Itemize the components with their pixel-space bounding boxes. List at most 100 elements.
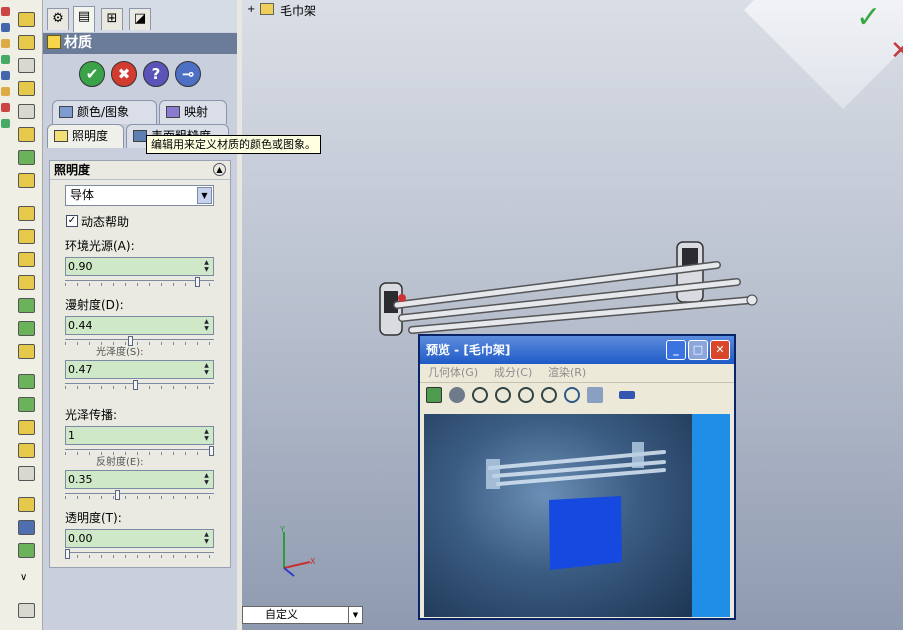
preview-viewport[interactable] <box>424 414 692 617</box>
feature-manager-tab[interactable]: ⚙ <box>47 8 69 30</box>
boundary-icon[interactable] <box>18 104 35 119</box>
toolbar-strip-icon[interactable] <box>1 87 10 96</box>
hole-icon[interactable] <box>18 298 35 313</box>
gl-icon[interactable] <box>449 387 465 403</box>
reflectivity-input[interactable]: 0.35 ▲ ▼ <box>65 470 214 489</box>
menu-geometry[interactable]: 几何体(G) <box>428 364 478 382</box>
fillet-icon[interactable] <box>18 173 35 188</box>
diffuse-input[interactable]: 0.44 ▲ ▼ <box>65 316 214 335</box>
tab-color-image[interactable]: 颜色/图象 <box>52 100 157 124</box>
ambient-slider[interactable] <box>65 277 214 287</box>
appearance-icon[interactable] <box>18 543 35 558</box>
reflectivity-slider[interactable] <box>65 490 214 500</box>
dynamic-help-checkbox[interactable]: ✓ <box>66 215 78 227</box>
configuration-manager-tab[interactable]: ⊞ <box>101 8 123 30</box>
slider-thumb[interactable] <box>209 446 214 456</box>
curves-icon[interactable] <box>18 466 35 481</box>
wrap-icon[interactable] <box>18 321 35 336</box>
zoom-fit-icon[interactable] <box>472 387 488 403</box>
revolve-cut-icon[interactable] <box>18 150 35 165</box>
dialog-menubar: 几何体(G) 成分(C) 渲染(R) <box>420 364 734 382</box>
property-manager-tab[interactable]: ▤ <box>73 6 95 32</box>
shell-icon[interactable] <box>18 252 35 267</box>
chevron-down-icon[interactable]: ▼ <box>197 187 212 204</box>
linear-pattern-icon[interactable] <box>18 374 35 389</box>
chevron-down-icon[interactable]: ▼ <box>348 607 362 623</box>
revolve-boss-icon[interactable] <box>18 35 35 50</box>
instant3d-icon[interactable] <box>18 497 35 512</box>
rack-left-bracket <box>379 282 403 336</box>
menu-components[interactable]: 成分(C) <box>494 364 532 382</box>
light-icon[interactable] <box>587 387 603 403</box>
ok-button[interactable]: ✔ <box>79 61 105 87</box>
tab-mapping[interactable]: 映射 <box>159 100 227 124</box>
transparency-label: 透明度(T): <box>65 511 122 525</box>
spin-arrows-icon[interactable]: ▲ ▼ <box>201 318 212 333</box>
circular-pattern-icon[interactable] <box>18 397 35 412</box>
close-button[interactable]: ✕ <box>710 340 730 360</box>
diffuse-label: 漫射度(D): <box>65 298 124 312</box>
configuration-select[interactable]: 自定义 ▼ <box>242 606 363 624</box>
maximize-button[interactable]: □ <box>688 340 708 360</box>
dialog-titlebar[interactable]: 预览 - [毛巾架] _ □ ✕ <box>420 336 734 364</box>
specular-spread-label: 光泽传播: <box>65 408 118 422</box>
slider-thumb[interactable] <box>65 549 70 559</box>
zoom-area-icon[interactable] <box>518 387 534 403</box>
collapse-icon[interactable]: ▲ <box>213 163 226 176</box>
dome-icon[interactable] <box>18 344 35 359</box>
transparency-slider[interactable] <box>65 549 214 559</box>
toolbar-strip-icon[interactable] <box>1 55 10 64</box>
draft-icon[interactable] <box>18 275 35 290</box>
mirror-icon[interactable] <box>18 420 35 435</box>
loft-icon[interactable] <box>18 81 35 96</box>
svg-text:X: X <box>310 557 316 566</box>
preview-dialog[interactable]: 预览 - [毛巾架] _ □ ✕ 几何体(G) 成分(C) 渲染(R) <box>418 334 736 620</box>
sketch-icon[interactable] <box>18 603 35 618</box>
extrude-cut-icon[interactable] <box>18 127 35 142</box>
zoom-out-icon[interactable] <box>541 387 557 403</box>
feature-command-toolbar: ∨ <box>12 0 43 630</box>
display-manager-tab[interactable]: ◪ <box>129 8 151 30</box>
slider-thumb[interactable] <box>115 490 120 500</box>
slider-thumb[interactable] <box>195 277 200 287</box>
surface-roughness-icon <box>133 130 147 142</box>
minimize-button[interactable]: _ <box>666 340 686 360</box>
cancel-button[interactable]: ✖ <box>111 61 137 87</box>
rendering-icon[interactable] <box>18 520 35 535</box>
toolbar-strip-icon[interactable] <box>1 7 10 16</box>
chamfer-icon[interactable] <box>18 206 35 221</box>
image-icon[interactable] <box>426 387 442 403</box>
specularity-slider[interactable] <box>65 380 214 390</box>
spin-arrows-icon[interactable]: ▲ ▼ <box>201 531 212 546</box>
rotate-icon[interactable] <box>564 387 580 403</box>
dialog-toolbar <box>420 382 734 409</box>
extrude-boss-icon[interactable] <box>18 12 35 27</box>
toolbar-strip-icon[interactable] <box>1 103 10 112</box>
sweep-icon[interactable] <box>18 58 35 73</box>
toolbar-strip-icon[interactable] <box>1 119 10 128</box>
preview-render <box>486 442 666 570</box>
toolbar-strip-icon[interactable] <box>1 39 10 48</box>
reference-geometry-icon[interactable] <box>18 443 35 458</box>
material-type-select[interactable]: 导体 ▼ <box>65 185 214 206</box>
help-button[interactable]: ? <box>143 61 169 87</box>
menu-render[interactable]: 渲染(R) <box>548 364 586 382</box>
spin-arrows-icon[interactable]: ▲ ▼ <box>201 472 212 487</box>
spin-arrows-icon[interactable]: ▲ ▼ <box>201 259 212 274</box>
slider-thumb[interactable] <box>133 380 138 390</box>
property-manager: ⚙ ▤ ⊞ ◪ 材质 ✔ ✖ ? ⊸ 颜色/图象 映射 照明度 表面粗糙度 照明… <box>43 0 237 630</box>
specularity-input[interactable]: 0.47 ▲ ▼ <box>65 360 214 379</box>
tab-lighting[interactable]: 照明度 <box>47 124 124 148</box>
toolbar-strip-icon[interactable] <box>1 23 10 32</box>
transparency-input[interactable]: 0.00 ▲ ▼ <box>65 529 214 548</box>
spin-arrows-icon[interactable]: ▲ ▼ <box>201 428 212 443</box>
pin-button[interactable]: ⊸ <box>175 61 201 87</box>
pin-icon[interactable] <box>619 391 635 399</box>
rib-icon[interactable] <box>18 229 35 244</box>
ambient-input[interactable]: 0.90 ▲ ▼ <box>65 257 214 276</box>
spin-arrows-icon[interactable]: ▲ ▼ <box>201 362 212 377</box>
chevron-down-icon[interactable]: ∨ <box>20 572 27 583</box>
toolbar-strip-icon[interactable] <box>1 71 10 80</box>
zoom-in-icon[interactable] <box>495 387 511 403</box>
specular-spread-input[interactable]: 1 ▲ ▼ <box>65 426 214 445</box>
